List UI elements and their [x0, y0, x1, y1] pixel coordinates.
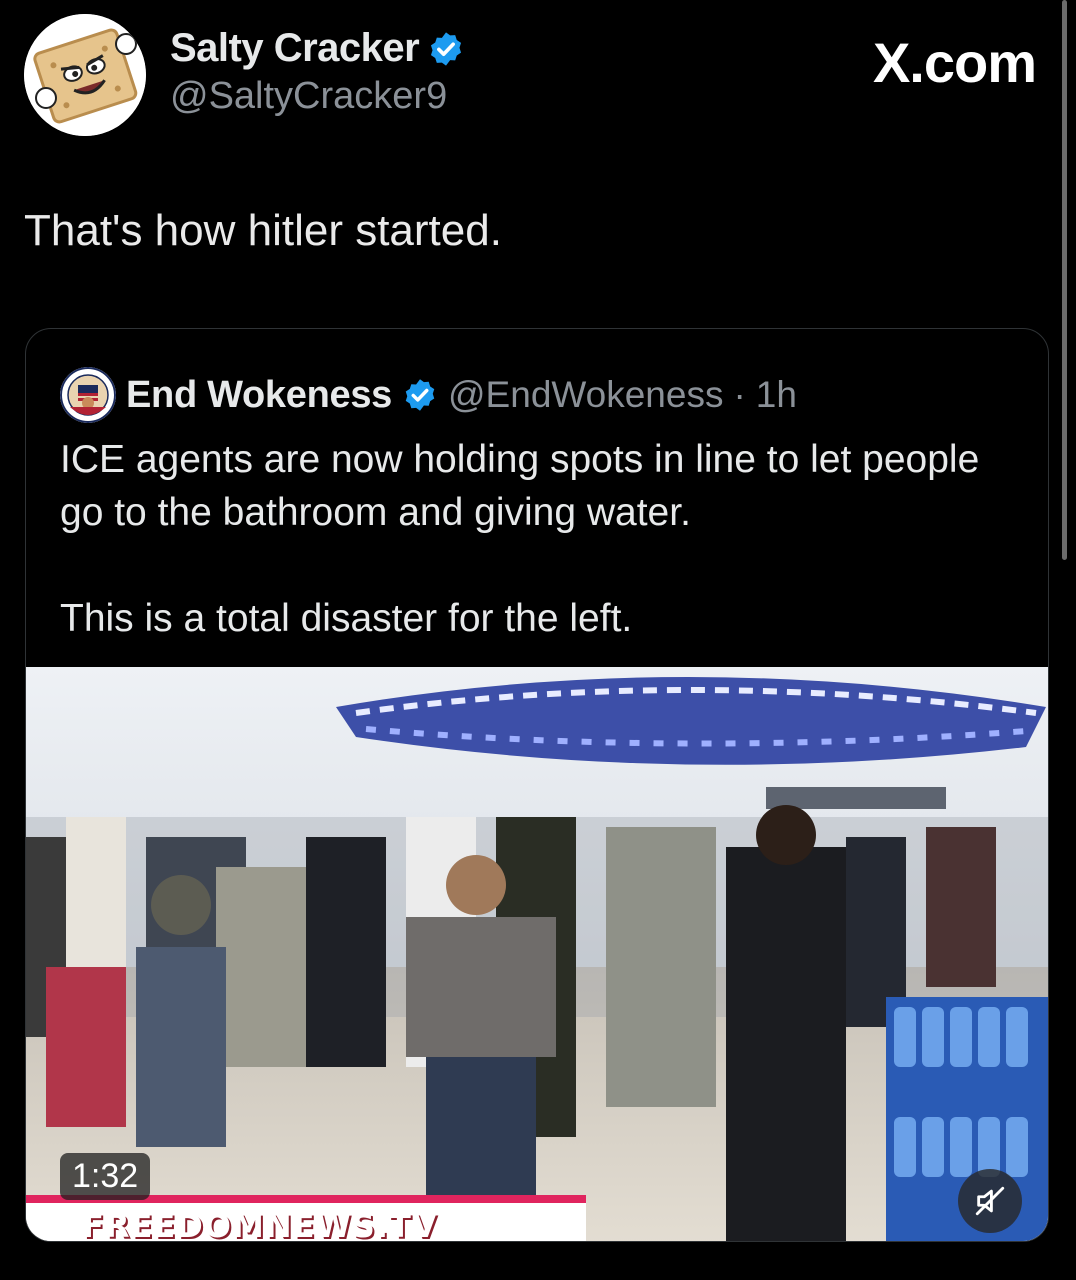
quoted-post-time[interactable]: 1h [756, 374, 797, 416]
scrollbar[interactable] [1062, 0, 1067, 560]
author-name[interactable]: Salty Cracker [170, 26, 420, 71]
mute-button[interactable] [958, 1169, 1022, 1233]
author-info: Salty Cracker @SaltyCracker9 [170, 26, 465, 118]
verified-badge-icon [405, 379, 435, 411]
author-name-row: Salty Cracker [170, 26, 465, 71]
quoted-post-card[interactable]: End Wokeness @EndWokeness · 1h ICE agent… [25, 328, 1049, 1242]
quoted-post-text: ICE agents are now holding spots in line… [60, 433, 1020, 645]
quoted-paragraph: ICE agents are now holding spots in line… [60, 438, 980, 534]
post-header: Salty Cracker @SaltyCracker9 X.com [24, 14, 1037, 136]
handle-time-separator: · [733, 374, 746, 415]
salty-cracker-avatar-icon [24, 14, 146, 136]
quoted-author-name[interactable]: End Wokeness [126, 374, 392, 417]
site-watermark: X.com [872, 31, 1037, 94]
video-player[interactable]: 1:32 FREEDOMNEWS.TV [26, 667, 1048, 1242]
video-watermark: FREEDOMNEWS.TV [82, 1207, 438, 1242]
post-text: That's how hitler started. [24, 206, 502, 255]
author-handle[interactable]: @SaltyCracker9 [170, 75, 465, 118]
quoted-author-handle[interactable]: @EndWokeness [448, 374, 723, 416]
end-wokeness-seal-icon [60, 367, 116, 423]
verified-badge-icon [431, 31, 462, 66]
muted-speaker-icon [975, 1186, 1005, 1216]
airport-queue-video-thumbnail [26, 667, 1048, 1241]
quoted-post-header: End Wokeness @EndWokeness · 1h [60, 367, 797, 423]
author-avatar[interactable] [24, 14, 146, 136]
video-duration: 1:32 [60, 1153, 151, 1200]
quoted-author-avatar[interactable] [60, 367, 116, 423]
quoted-paragraph: This is a total disaster for the left. [60, 597, 633, 640]
